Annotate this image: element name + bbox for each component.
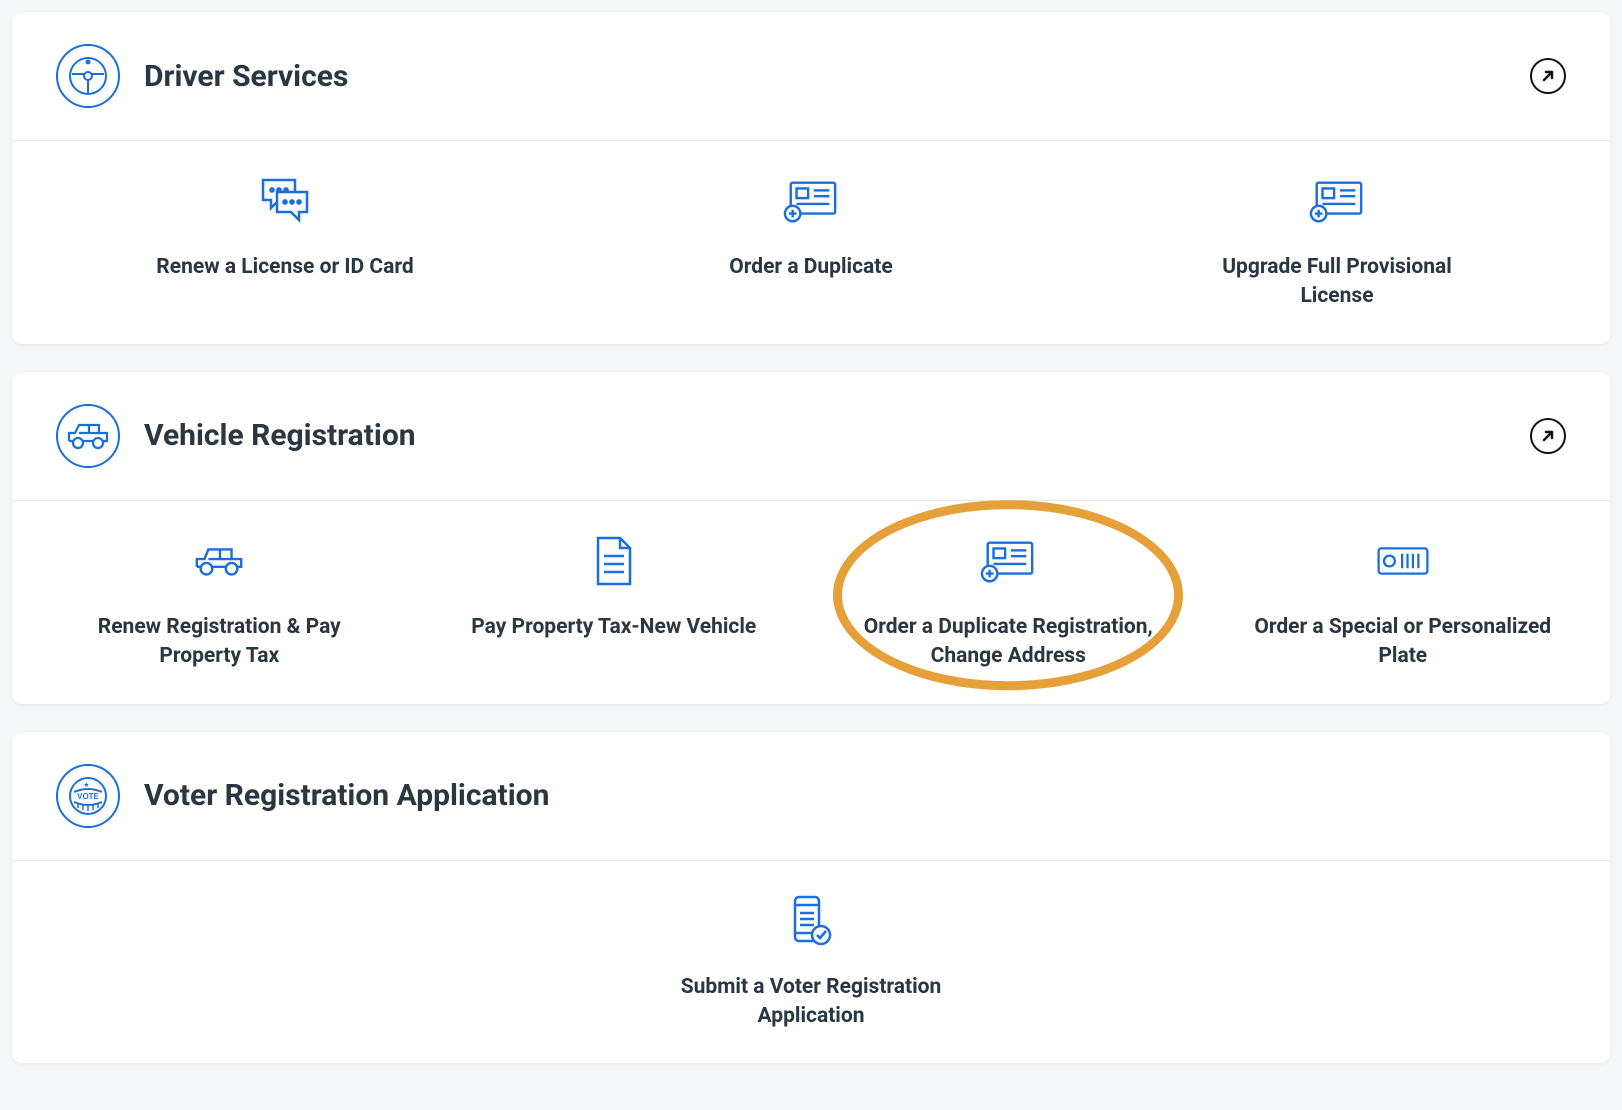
tile-pay-property-tax[interactable]: Pay Property Tax-New Vehicle bbox=[417, 519, 812, 680]
voter-registration-card: VOTE Voter Registration Application bbox=[12, 732, 1610, 1064]
vehicle-registration-title: Vehicle Registration bbox=[144, 418, 416, 453]
tile-duplicate-registration[interactable]: Order a Duplicate Registration, Change A… bbox=[811, 519, 1206, 680]
vehicle-registration-body: Renew Registration & Pay Property Tax Pa… bbox=[12, 501, 1610, 704]
steering-wheel-icon bbox=[56, 44, 120, 108]
vehicle-registration-card: Vehicle Registration Renew Registration … bbox=[12, 372, 1610, 704]
tile-renew-registration[interactable]: Renew Registration & Pay Property Tax bbox=[22, 519, 417, 680]
arrow-up-right-icon bbox=[1540, 68, 1556, 84]
expand-driver-button[interactable] bbox=[1530, 58, 1566, 94]
driver-services-body: Renew a License or ID Card Order a Dupli… bbox=[12, 141, 1610, 344]
tile-label: Submit a Voter Registration Application bbox=[661, 973, 961, 1032]
license-add-icon bbox=[980, 533, 1036, 589]
tile-label: Upgrade Full Provisional License bbox=[1187, 253, 1487, 312]
vote-icon: VOTE bbox=[56, 764, 120, 828]
expand-vehicle-button[interactable] bbox=[1530, 418, 1566, 454]
arrow-up-right-icon bbox=[1540, 428, 1556, 444]
voter-registration-header: VOTE Voter Registration Application bbox=[12, 732, 1610, 861]
tile-label: Order a Duplicate Registration, Change A… bbox=[858, 613, 1158, 672]
tile-label: Renew a License or ID Card bbox=[156, 253, 413, 282]
vehicle-icon bbox=[56, 404, 120, 468]
license-add-icon bbox=[783, 173, 839, 229]
plate-icon bbox=[1375, 533, 1431, 589]
header-left: VOTE Voter Registration Application bbox=[56, 764, 549, 828]
tile-renew-license[interactable]: Renew a License or ID Card bbox=[22, 159, 548, 320]
header-left: Vehicle Registration bbox=[56, 404, 416, 468]
tile-submit-voter[interactable]: Submit a Voter Registration Application bbox=[643, 879, 979, 1040]
driver-services-header: Driver Services bbox=[12, 12, 1610, 141]
chat-icon bbox=[257, 173, 313, 229]
vehicle-icon bbox=[191, 533, 247, 589]
tile-label: Pay Property Tax-New Vehicle bbox=[471, 613, 756, 642]
tile-upgrade-provisional[interactable]: Upgrade Full Provisional License bbox=[1074, 159, 1600, 320]
license-add-icon bbox=[1309, 173, 1365, 229]
svg-text:VOTE: VOTE bbox=[77, 792, 99, 801]
tile-label: Order a Special or Personalized Plate bbox=[1253, 613, 1553, 672]
tile-order-duplicate-license[interactable]: Order a Duplicate bbox=[548, 159, 1074, 320]
vehicle-registration-header: Vehicle Registration bbox=[12, 372, 1610, 501]
voter-registration-body: Submit a Voter Registration Application bbox=[12, 861, 1610, 1064]
tile-special-plate[interactable]: Order a Special or Personalized Plate bbox=[1206, 519, 1601, 680]
header-left: Driver Services bbox=[56, 44, 348, 108]
driver-services-title: Driver Services bbox=[144, 59, 348, 94]
tile-label: Renew Registration & Pay Property Tax bbox=[69, 613, 369, 672]
document-icon bbox=[586, 533, 642, 589]
phone-check-icon bbox=[783, 893, 839, 949]
tile-label: Order a Duplicate bbox=[729, 253, 892, 282]
voter-registration-title: Voter Registration Application bbox=[144, 778, 549, 813]
driver-services-card: Driver Services Renew a License or ID Ca… bbox=[12, 12, 1610, 344]
